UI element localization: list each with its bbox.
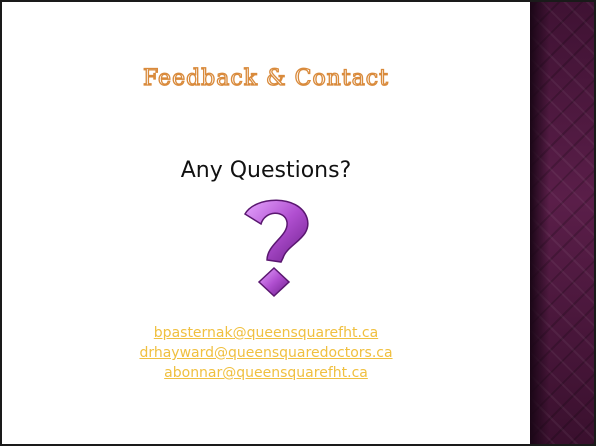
contact-links: bpasternak@queensquarefht.ca drhayward@q… bbox=[2, 323, 530, 383]
email-link-bpasternak[interactable]: bpasternak@queensquarefht.ca bbox=[2, 323, 530, 343]
email-link-drhayward[interactable]: drhayward@queensquaredoctors.ca bbox=[2, 343, 530, 363]
question-mark-icon bbox=[243, 199, 309, 298]
slide-subtitle: Any Questions? bbox=[180, 158, 352, 183]
slide-content: Feedback & Contact Any Questions? bpaste… bbox=[2, 2, 530, 444]
decorative-side-panel bbox=[530, 2, 594, 444]
slide-title: Feedback & Contact bbox=[142, 65, 389, 91]
email-link-abonnar[interactable]: abonnar@queensquarefht.ca bbox=[2, 363, 530, 383]
slide: Feedback & Contact Any Questions? bpaste… bbox=[0, 0, 596, 446]
